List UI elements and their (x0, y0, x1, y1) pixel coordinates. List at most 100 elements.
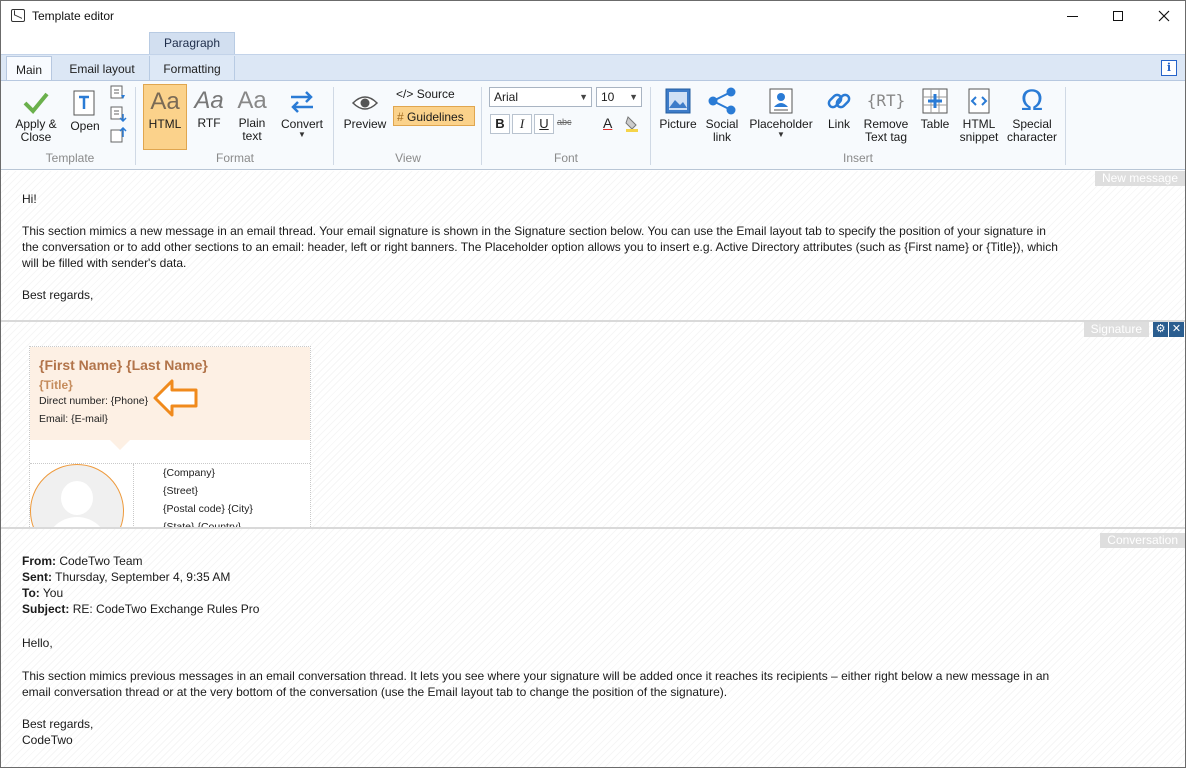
signature-street: {Street} (163, 485, 199, 497)
insert-special-character-button[interactable]: Ω Special character (1005, 84, 1059, 144)
conversation-from: From: CodeTwo Team (22, 554, 143, 568)
signature-email: Email: {E-mail} (39, 413, 108, 425)
signature-settings-gear-icon[interactable]: ⚙ (1153, 322, 1168, 337)
grid-icon: # (397, 110, 404, 124)
separator (1065, 87, 1066, 165)
eye-icon (351, 96, 379, 110)
separator (333, 87, 334, 165)
font-family-select[interactable]: Arial ▼ (489, 87, 592, 107)
plain-text-format-icon: Aa (237, 87, 267, 114)
ribbon-main: Apply & Close Open Template Aa HTML Aa R… (1, 80, 1185, 170)
format-plain-text-button[interactable]: Aa Plain text (231, 88, 273, 143)
share-icon (708, 87, 736, 115)
conversation-section[interactable]: Conversation From: CodeTwo Team Sent: Th… (1, 529, 1185, 767)
open-button[interactable]: Open (67, 89, 103, 133)
minimize-button[interactable] (1049, 1, 1095, 31)
close-icon (1158, 10, 1170, 22)
conversation-sent: Sent: Thursday, September 4, 9:35 AM (22, 570, 231, 584)
ribbon-tab-strip: Main Email layout Formatting i (1, 54, 1185, 82)
conversation-greeting: Hello, (22, 636, 53, 650)
chevron-down-icon: ▼ (579, 92, 588, 102)
underline-button[interactable]: U (534, 114, 554, 134)
font-color-button[interactable]: A (603, 115, 612, 131)
placeholder-user-icon (769, 88, 793, 114)
group-label-template: Template (45, 151, 95, 165)
avatar (30, 464, 124, 530)
conversation-subject: Subject: RE: CodeTwo Exchange Rules Pro (22, 602, 260, 616)
template-import-icon[interactable] (109, 106, 127, 122)
chevron-down-icon: ▼ (629, 92, 638, 102)
code-icon: </> (396, 87, 414, 101)
new-message-body-line: will be filled with sender's data. (22, 256, 187, 270)
template-editor-window: Template editor Paragraph Main Email lay… (0, 0, 1186, 768)
open-template-icon (73, 90, 95, 116)
html-snippet-icon (968, 88, 990, 114)
italic-button[interactable]: I (512, 114, 532, 134)
section-tag-conversation: Conversation (1100, 533, 1185, 548)
template-export-icon[interactable] (109, 127, 127, 143)
convert-arrows-icon (291, 91, 313, 113)
context-tab-group-paragraph: Paragraph (149, 32, 235, 54)
insert-social-link-button[interactable]: Social link (701, 87, 743, 144)
conversation-body-line: email conversation thread or at the very… (22, 685, 728, 699)
signature-section[interactable]: Signature ⚙ ✕ {First Name} {Last Name} {… (1, 322, 1185, 531)
conversation-body-line: This section mimics previous messages in… (22, 669, 1050, 683)
new-message-closing: Best regards, (22, 288, 94, 302)
separator (135, 87, 136, 165)
chevron-down-icon: ▼ (777, 130, 785, 139)
format-html-button[interactable]: Aa HTML (143, 84, 187, 150)
preview-button[interactable]: Preview (341, 91, 389, 131)
callout-arrow-icon (153, 379, 198, 417)
omega-icon: Ω (1020, 84, 1044, 117)
info-icon[interactable]: i (1161, 60, 1177, 76)
apply-close-button[interactable]: Apply & Close (9, 89, 63, 144)
new-message-section[interactable]: New message Hi! This section mimics a ne… (1, 171, 1185, 320)
table-icon (922, 88, 948, 114)
window-title: Template editor (32, 9, 115, 23)
conversation-closing: Best regards, (22, 717, 94, 731)
maximize-button[interactable] (1095, 1, 1141, 31)
convert-button[interactable]: Convert ▼ (277, 89, 327, 139)
signature-name: {First Name} {Last Name} (39, 357, 208, 373)
column-divider (133, 464, 134, 530)
bold-button[interactable]: B (490, 114, 510, 134)
font-size-select[interactable]: 10 ▼ (596, 87, 642, 107)
app-mail-icon (11, 9, 25, 22)
source-button[interactable]: </> Source (393, 84, 475, 104)
separator (481, 87, 482, 165)
conversation-to: To: You (22, 586, 64, 600)
new-message-body-line: This section mimics a new message in an … (22, 224, 1046, 238)
close-window-button[interactable] (1141, 1, 1185, 31)
title-bar: Template editor (1, 1, 1185, 31)
format-rtf-button[interactable]: Aa RTF (189, 88, 229, 130)
tab-main[interactable]: Main (6, 56, 52, 82)
signature-company: {Company} (163, 467, 215, 479)
group-label-insert: Insert (842, 151, 873, 165)
signature-card[interactable]: {First Name} {Last Name} {Title} Direct … (29, 346, 311, 531)
signature-direct-number: Direct number: {Phone} (39, 395, 149, 407)
template-save-icon[interactable] (109, 85, 127, 101)
tab-formatting[interactable]: Formatting (149, 56, 235, 82)
maximize-icon (1113, 11, 1123, 21)
tab-email-layout[interactable]: Email layout (61, 56, 143, 82)
group-label-view: View (395, 151, 421, 165)
highlight-icon[interactable] (624, 115, 640, 133)
link-chain-icon (827, 93, 851, 109)
conversation-sender: CodeTwo (22, 733, 73, 747)
signature-remove-close-icon[interactable]: ✕ (1169, 322, 1184, 337)
signature-title: {Title} (39, 378, 73, 392)
rtf-format-icon: Aa (194, 87, 224, 114)
strikethrough-button[interactable]: abc (557, 117, 572, 127)
minimize-icon (1066, 15, 1078, 17)
remove-text-tag-button[interactable]: {RT} Remove Text tag (861, 87, 911, 144)
insert-link-button[interactable]: Link (819, 87, 859, 131)
chevron-down-icon: ▼ (298, 130, 306, 139)
insert-picture-button[interactable]: Picture (657, 87, 699, 131)
section-tag-new-message: New message (1094, 171, 1185, 186)
group-label-format: Format (215, 151, 254, 165)
insert-html-snippet-button[interactable]: HTML snippet (957, 87, 1001, 144)
insert-table-button[interactable]: Table (915, 87, 955, 131)
insert-placeholder-button[interactable]: Placeholder ▼ (747, 87, 815, 139)
guidelines-button[interactable]: # Guidelines (393, 106, 475, 126)
checkmark-icon (23, 92, 49, 114)
